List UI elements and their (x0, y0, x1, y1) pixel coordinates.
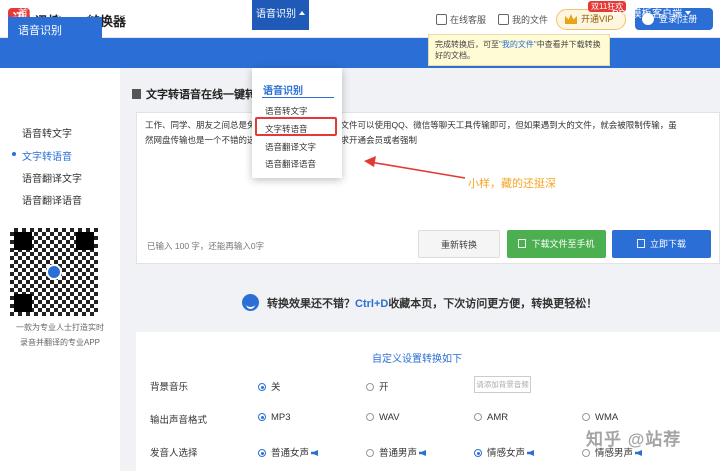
output-format-label: 输出声音格式 (150, 415, 208, 426)
dropdown-item-speech-translate-speech[interactable]: 语音翻译语音 (265, 158, 316, 170)
nav-image-ocr[interactable]: 图片文字识别 (318, 0, 387, 30)
chevron-down-icon (99, 11, 105, 15)
crown-icon (565, 14, 577, 24)
sidebar-header: 语音识别 (8, 17, 102, 45)
nav-audio-video[interactable]: 音视频 (399, 0, 429, 30)
download-icon (636, 239, 645, 248)
format-wav-radio[interactable]: WAV (366, 412, 400, 423)
watermark: 知乎 @站荐 (586, 430, 682, 449)
sidebar-item-speech-to-text[interactable]: 语音转文字 (22, 125, 72, 140)
reconvert-button[interactable]: 重新转换 (418, 230, 500, 258)
my-files-link[interactable]: 我的文件 (498, 13, 548, 26)
main-nav (0, 38, 720, 68)
online-service-link[interactable]: 在线客服 (436, 13, 486, 26)
page-title: 文字转语音在线一键转换 (132, 86, 267, 102)
download-to-phone-button[interactable]: 下载文件至手机 (507, 230, 606, 258)
chevron-down-icon (685, 11, 691, 15)
speaker-emotional-female-radio[interactable]: 情感女声 (474, 445, 535, 459)
speaker-normal-male-radio[interactable]: 普通男声 (366, 445, 427, 459)
highlight-box (255, 117, 337, 136)
app-logo-icon (46, 264, 62, 280)
speaker-icon[interactable] (635, 450, 643, 456)
my-files-tooltip: 完成转换后，可至"我的文件"中查看并下载转换好的文档。 (428, 34, 610, 66)
speaker-icon[interactable] (419, 450, 427, 456)
chevron-down-icon (160, 11, 166, 15)
nav-doc-translate[interactable]: 文档文本翻译 (178, 0, 247, 30)
dropdown-item-speech-to-text[interactable]: 语音转文字 (265, 105, 308, 117)
bookmark-tip: 转换效果还不错？Ctrl+D收藏本页，下次访问更方便，转换更轻松！ (242, 294, 597, 311)
nav-client[interactable]: 客户端 (652, 0, 691, 30)
sidebar-item-speech-translate-text[interactable]: 语音翻译文字 (22, 170, 82, 185)
chevron-down-icon (381, 11, 387, 15)
annotation-text: 小样，藏的还挺深 (468, 178, 556, 190)
nav-doc-process[interactable]: 文档处理 (117, 0, 166, 30)
speaker-icon[interactable] (311, 450, 319, 456)
annotation-arrow (364, 156, 466, 179)
speaker-icon[interactable] (527, 450, 535, 456)
format-mp3-radio[interactable]: MP3 (258, 412, 291, 423)
app-caption-line2: 录音并翻译的专业APP (19, 338, 100, 347)
dropdown-title: 语音识别 (263, 86, 303, 97)
chevron-down-icon (241, 11, 247, 15)
sidebar-item-speech-translate-speech[interactable]: 语音翻译语音 (22, 192, 82, 207)
headset-icon (436, 14, 447, 25)
bgm-on-radio[interactable]: 开 (366, 379, 389, 393)
sidebar-item-text-to-speech[interactable]: 文字转语音 (12, 148, 72, 163)
speaker-normal-female-radio[interactable]: 普通女声 (258, 445, 319, 459)
chevron-up-icon (299, 11, 305, 15)
speaker-label: 发音人选择 (150, 448, 198, 459)
app-caption-line1: 一款为专业人士打造实时 (16, 323, 104, 332)
file-icon (498, 14, 509, 25)
settings-title: 自定义设置转换如下 (372, 354, 462, 365)
download-now-button[interactable]: 立即下载 (612, 230, 711, 258)
phone-icon (518, 239, 527, 248)
format-wma-radio[interactable]: WMA (582, 412, 618, 423)
format-amr-radio[interactable]: AMR (474, 412, 508, 423)
app-qr-code (10, 228, 98, 316)
bgm-off-radio[interactable]: 关 (258, 379, 281, 393)
char-counter: 已输入 100 字，还能再输入0字 (147, 241, 265, 251)
dropdown-item-speech-translate-text[interactable]: 语音翻译文字 (265, 141, 316, 153)
bgm-upload-button[interactable]: 请添加背景音频 (474, 376, 531, 393)
bgm-label: 背景音乐 (150, 382, 189, 393)
smile-icon (242, 294, 259, 311)
dropdown-divider (262, 97, 334, 98)
nav-speech-recognition[interactable]: 语音识别 (252, 0, 309, 30)
nav-ppt-template[interactable]: PPT模板 (612, 0, 651, 30)
